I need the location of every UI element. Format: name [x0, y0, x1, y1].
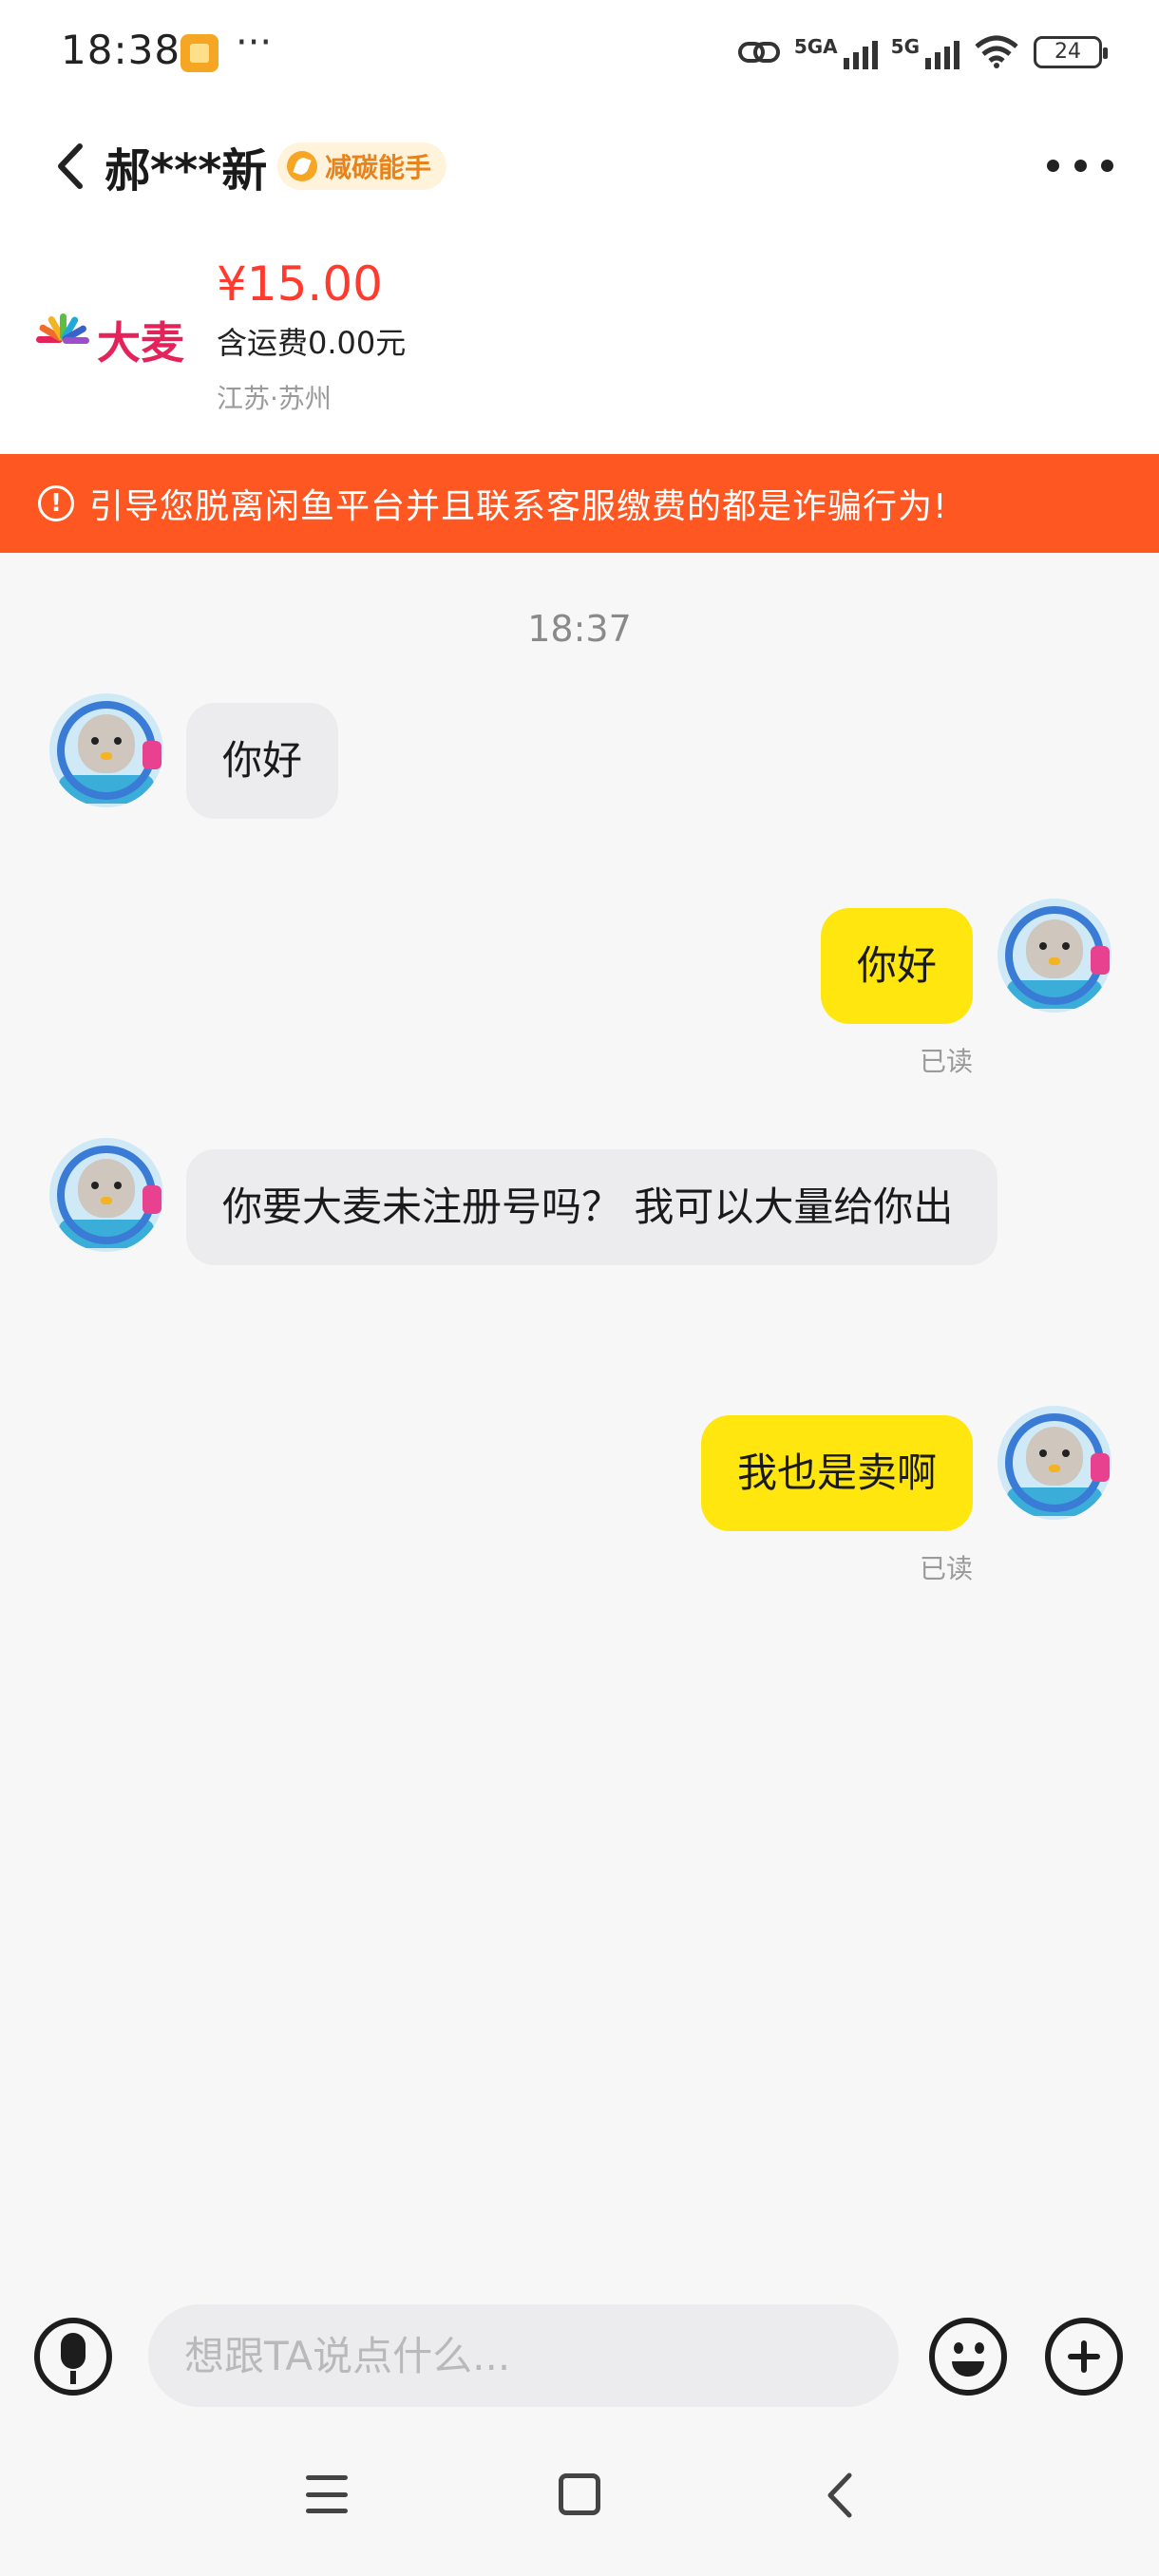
product-location: 江苏·苏州: [217, 383, 332, 414]
warning-icon: !: [38, 485, 74, 521]
signal-5ga-label: 5GA: [793, 35, 838, 58]
status-indicators: 5GA 5G 24: [737, 28, 1108, 76]
leaf-icon: [287, 151, 317, 181]
message-bubble-outgoing[interactable]: 你好: [820, 908, 973, 1024]
product-logo-text: 大麦: [97, 317, 184, 369]
signal-5g-label: 5G: [890, 35, 920, 58]
message-input[interactable]: [148, 2304, 899, 2407]
my-avatar[interactable]: [998, 1406, 1112, 1520]
chat-header: 郝***新 减碳能手: [0, 104, 1159, 228]
chat-timestamp: 18:37: [527, 608, 632, 650]
link-icon: [737, 42, 780, 63]
system-nav-bar: [0, 2432, 1159, 2576]
nav-menu-icon[interactable]: [306, 2475, 348, 2513]
my-avatar[interactable]: [998, 899, 1112, 1013]
damai-flower-icon: [34, 312, 91, 369]
mic-icon[interactable]: [34, 2318, 112, 2396]
read-status: 已读: [919, 1553, 973, 1584]
product-card[interactable]: 大麦 ¥15.00 含运费0.00元 江苏·苏州: [0, 228, 1159, 454]
more-icon[interactable]: [1047, 148, 1113, 182]
message-bubble-incoming[interactable]: 你要大麦未注册号吗？ 我可以大量给你出: [186, 1149, 998, 1265]
peer-avatar[interactable]: [49, 1138, 163, 1252]
carbon-badge[interactable]: 减碳能手: [277, 142, 447, 190]
battery-icon: 24: [1034, 36, 1108, 68]
warning-text: 引导您脱离闲鱼平台并且联系客服缴费的都是诈骗行为!: [89, 487, 948, 526]
back-icon[interactable]: [46, 133, 103, 199]
wifi-icon: [975, 35, 1018, 68]
nav-home-icon[interactable]: [559, 2473, 600, 2515]
peer-name[interactable]: 郝***新: [104, 133, 267, 199]
fraud-warning-banner: ! 引导您脱离闲鱼平台并且联系客服缴费的都是诈骗行为!: [0, 454, 1159, 553]
emoji-icon[interactable]: [929, 2318, 1007, 2396]
notification-more: ···: [236, 21, 273, 65]
product-thumbnail: 大麦: [34, 302, 201, 378]
status-time: 18:38: [61, 27, 181, 73]
signal-5ga-icon: 5GA: [794, 35, 878, 69]
product-shipping: 含运费0.00元: [217, 325, 407, 361]
badge-label: 减碳能手: [325, 152, 432, 183]
peer-avatar[interactable]: [49, 693, 163, 807]
status-bar: 18:38 ··· 5GA 5G 24: [0, 0, 1159, 104]
message-bubble-incoming[interactable]: 你好: [186, 703, 339, 819]
signal-5g-icon: 5G: [891, 35, 960, 69]
nav-back-icon[interactable]: [817, 2470, 864, 2521]
plus-icon[interactable]: [1045, 2318, 1123, 2396]
read-status: 已读: [919, 1046, 973, 1077]
notification-app-icon: [180, 34, 218, 72]
message-bubble-outgoing[interactable]: 我也是卖啊: [700, 1415, 973, 1531]
product-price: ¥15.00: [217, 256, 383, 312]
message-input-bar: [0, 2280, 1159, 2432]
